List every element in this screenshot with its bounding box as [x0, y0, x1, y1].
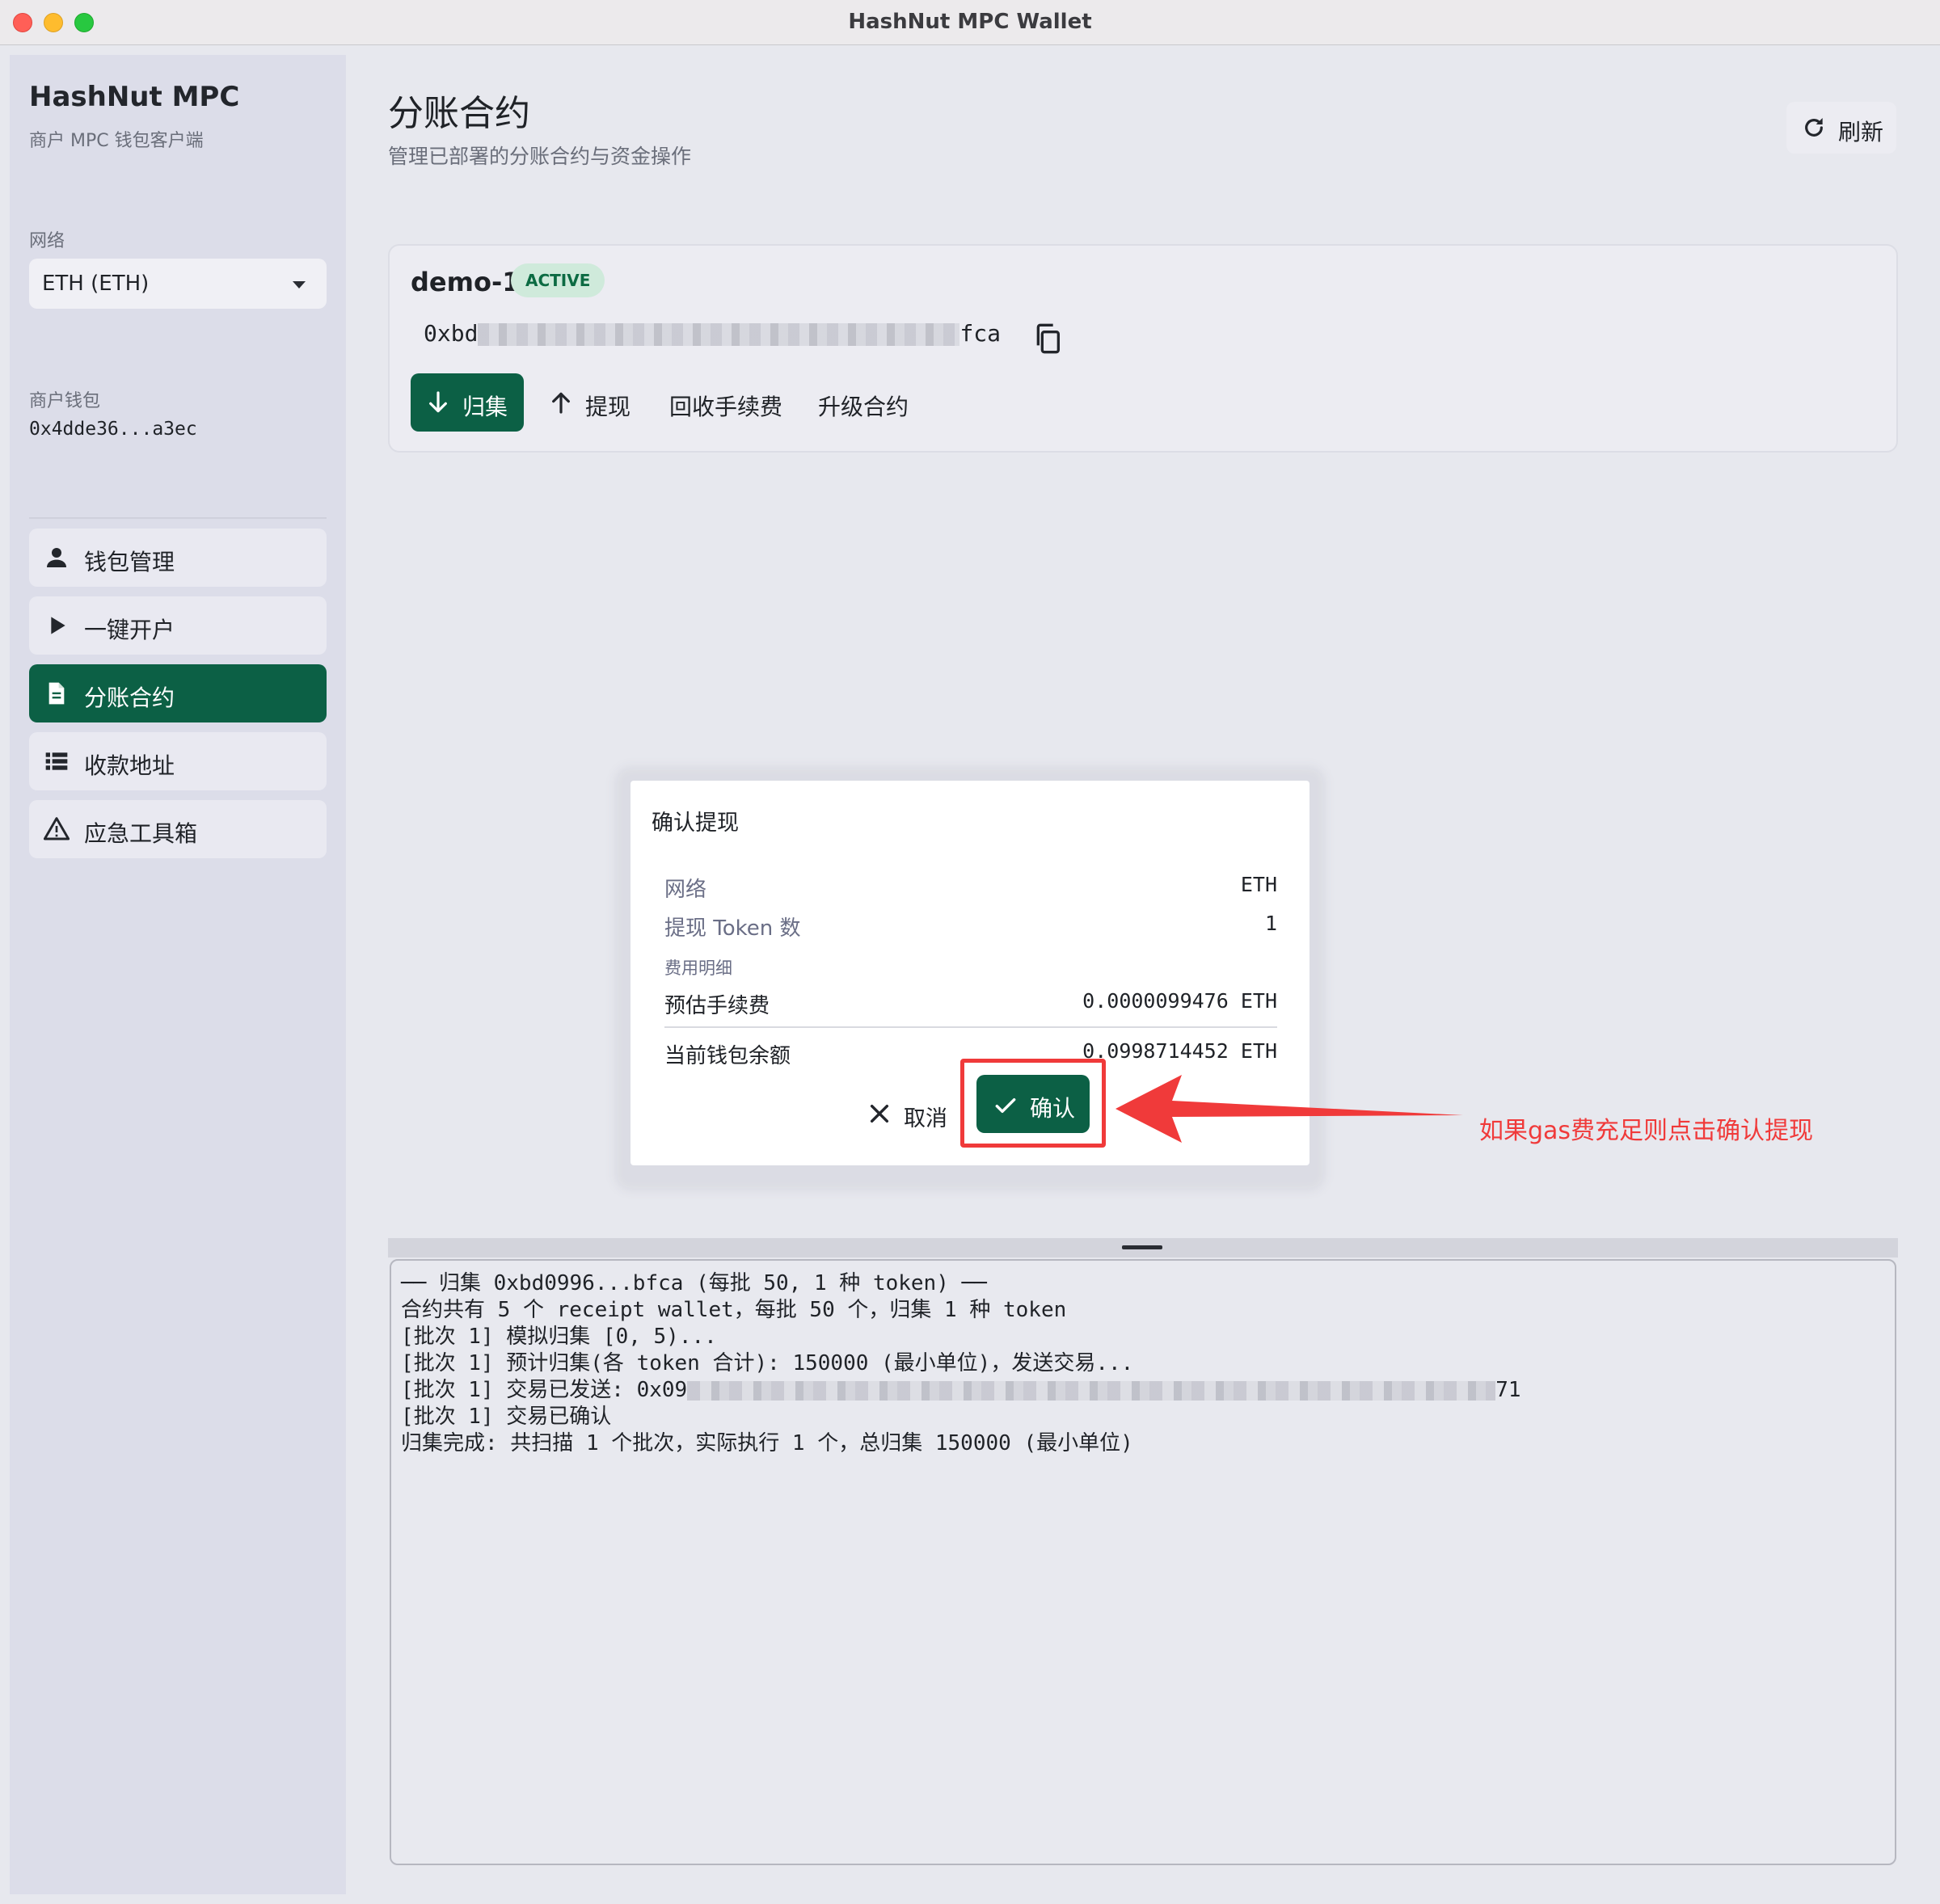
collect-label: 归集 — [462, 394, 508, 420]
annotation-text: 如果gas费充足则点击确认提现 — [1479, 1117, 1814, 1145]
person-icon — [47, 548, 66, 567]
refresh-button[interactable]: 刷新 — [1786, 102, 1896, 154]
refresh-icon — [1805, 118, 1823, 137]
panel-splitter[interactable] — [388, 1238, 1898, 1257]
dialog-token-count-value: 1 — [1264, 912, 1277, 935]
upgrade-contract-label: 升级合约 — [818, 394, 909, 420]
list-icon — [45, 752, 68, 770]
cancel-label: 取消 — [904, 1106, 947, 1131]
sidebar: HashNut MPC 商户 MPC 钱包客户端 网络 ETH (ETH) 商户… — [10, 55, 346, 1894]
log-line: 归集完成: 共扫描 1 个批次，实际执行 1 个，总归集 150000 (最小单… — [401, 1431, 1133, 1455]
contract-address-suffix: fca — [959, 320, 1002, 347]
network-label: 网络 — [29, 231, 65, 251]
tx-sent-prefix: [批次 1] 交易已发送: 0x09 — [401, 1378, 688, 1402]
sidebar-divider — [29, 517, 327, 519]
withdraw-label: 提现 — [585, 394, 631, 420]
log-line: 合约共有 5 个 receipt wallet，每批 50 个，归集 1 种 t… — [401, 1298, 1067, 1322]
network-select-value: ETH (ETH) — [42, 272, 150, 296]
brand-subtitle: 商户 MPC 钱包客户端 — [29, 131, 204, 151]
reclaim-fee-label: 回收手续费 — [669, 394, 783, 420]
document-icon — [48, 682, 65, 705]
drag-handle-icon — [1122, 1245, 1162, 1249]
brand-title: HashNut MPC — [29, 81, 240, 113]
refresh-label: 刷新 — [1838, 119, 1884, 145]
contract-name: demo-1 — [411, 267, 521, 297]
status-badge: ACTIVE — [511, 263, 605, 297]
annotation-highlight-box — [960, 1059, 1106, 1148]
contract-address-prefix: 0xbd — [424, 320, 479, 347]
dialog-est-fee-row: 预估手续费 0.0000099476 ETH — [664, 989, 1277, 1018]
play-icon — [51, 617, 65, 634]
window-title: HashNut MPC Wallet — [848, 10, 1092, 34]
title-bar: HashNut MPC Wallet — [0, 0, 1940, 45]
dialog-network-label: 网络 — [664, 878, 707, 902]
dialog-token-count-label: 提现 Token 数 — [664, 916, 801, 941]
log-line: ── 归集 0xbd0996...bfca (每批 50, 1 种 token)… — [401, 1271, 987, 1295]
cancel-button[interactable]: 取消 — [867, 1089, 972, 1138]
copy-icon[interactable] — [1031, 322, 1064, 356]
merchant-wallet-address: 0x4dde36...a3ec — [29, 419, 197, 440]
sidebar-item-emergency-toolbox[interactable]: 应急工具箱 — [29, 800, 327, 858]
dialog-divider — [664, 1026, 1277, 1028]
log-line: [批次 1] 预计归集(各 token 合计): 150000 (最小单位)，发… — [401, 1351, 1134, 1375]
fee-detail-heading: 费用明细 — [664, 958, 732, 978]
tx-sent-suffix: 71 — [1495, 1378, 1521, 1402]
dialog-est-fee-value: 0.0000099476 ETH — [1082, 989, 1277, 1013]
page-subtitle: 管理已部署的分账合约与资金操作 — [388, 145, 692, 168]
close-icon — [870, 1104, 889, 1123]
upgrade-contract-button[interactable]: 升级合约 — [818, 373, 939, 432]
collect-button[interactable]: 归集 — [411, 373, 524, 432]
sidebar-item-label: 一键开户 — [84, 617, 175, 643]
annotation-arrow-icon — [1116, 1075, 1463, 1143]
arrow-down-icon — [429, 391, 447, 413]
log-line-tx-sent: [批次 1] 交易已发送: 0x09 71 — [401, 1377, 1885, 1404]
sidebar-item-receipt-address[interactable]: 收款地址 — [29, 732, 327, 790]
dialog-network-row: 网络 ETH — [664, 873, 1277, 902]
sidebar-item-label: 分账合约 — [84, 685, 175, 711]
merchant-wallet-label: 商户钱包 — [29, 391, 101, 411]
warning-icon — [44, 817, 70, 840]
sidebar-item-label: 钱包管理 — [84, 549, 175, 575]
chevron-down-icon — [293, 281, 306, 289]
redacted-hash — [687, 1380, 1496, 1401]
sidebar-item-one-click-open[interactable]: 一键开户 — [29, 596, 327, 655]
app-window: HashNut MPC Wallet HashNut MPC 商户 MPC 钱包… — [0, 0, 1940, 1904]
log-line: [批次 1] 模拟归集 [0, 5)... — [401, 1325, 717, 1349]
network-select[interactable]: ETH (ETH) — [29, 259, 327, 309]
dialog-balance-value: 0.0998714452 ETH — [1082, 1039, 1277, 1063]
sidebar-item-split-contract[interactable]: 分账合约 — [29, 664, 327, 722]
contract-address: 0xbd fca — [424, 320, 1001, 347]
arrow-up-icon — [552, 392, 570, 414]
log-output[interactable]: ── 归集 0xbd0996...bfca (每批 50, 1 种 token)… — [390, 1259, 1896, 1865]
dialog-est-fee-label: 预估手续费 — [664, 994, 770, 1018]
sidebar-item-label: 收款地址 — [84, 752, 175, 779]
withdraw-button[interactable]: 提现 — [548, 373, 637, 432]
sidebar-item-wallet-management[interactable]: 钱包管理 — [29, 529, 327, 587]
dialog-title: 确认提现 — [652, 811, 739, 836]
log-line: [批次 1] 交易已确认 — [401, 1405, 612, 1429]
dialog-balance-label: 当前钱包余额 — [664, 1044, 791, 1068]
contract-card: demo-1 ACTIVE 0xbd fca 归集 提现 回收手续费 升级合约 — [388, 244, 1898, 453]
dialog-network-value: ETH — [1240, 873, 1277, 896]
redacted-address — [478, 323, 960, 346]
page-title: 分账合约 — [388, 93, 530, 134]
sidebar-item-label: 应急工具箱 — [84, 820, 198, 847]
dialog-token-count-row: 提现 Token 数 1 — [664, 912, 1277, 941]
reclaim-fee-button[interactable]: 回收手续费 — [669, 373, 791, 432]
